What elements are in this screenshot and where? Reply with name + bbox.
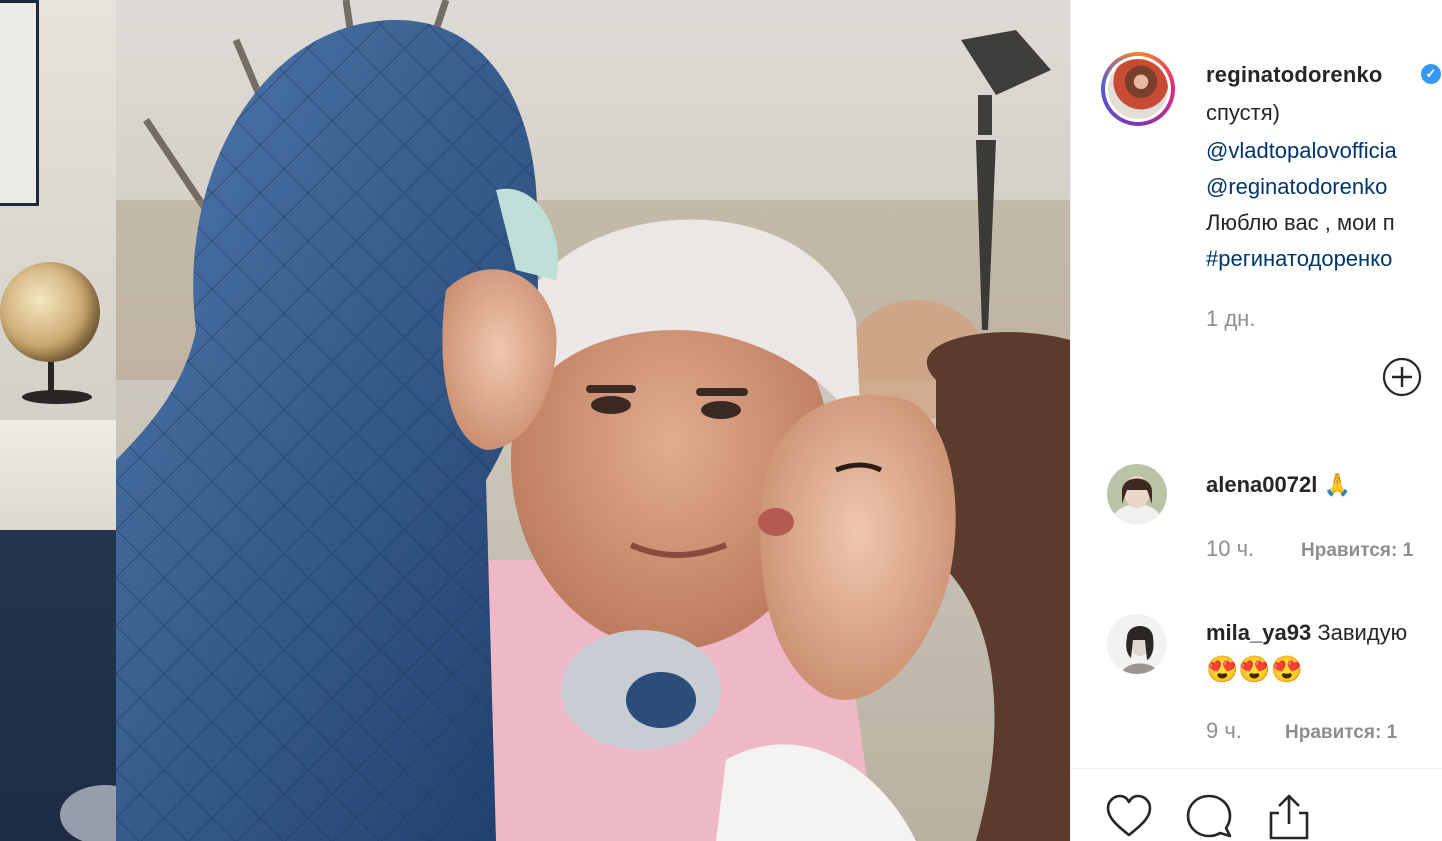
comment-emojis: 😍😍😍 [1206,654,1304,684]
comment-username-text[interactable]: alena0072l [1206,472,1317,497]
post-timestamp[interactable]: 1 дн. [1206,306,1255,332]
comment-timestamp[interactable]: 9 ч. [1206,718,1242,744]
post-photo[interactable] [116,0,1070,841]
commenter-avatar-image [1107,464,1167,524]
post-sidebar: reginatodorenko ✓ спустя) @vladtopalovof… [1070,0,1442,841]
avatar-image [1108,59,1168,119]
caption-hashtag-link[interactable]: #регинатодоренко [1206,246,1392,272]
comment-likes-count[interactable]: Нравится: 1 [1285,722,1397,744]
author-avatar[interactable] [1101,52,1175,126]
woman-lips [758,508,794,536]
comment-text: 🙏 [1323,472,1351,497]
commenter-avatar[interactable] [1107,614,1167,674]
post-photo-illustration [116,0,1070,841]
commenter-avatar[interactable] [1107,464,1167,524]
toy-pattern [626,672,696,728]
commenter-avatar-image [1107,614,1167,674]
caption-mention-link[interactable]: @reginatodorenko [1206,174,1387,200]
comment-timestamp[interactable]: 10 ч. [1206,536,1254,562]
comment-likes-count[interactable]: Нравится: 1 [1301,540,1413,562]
caption-mention-link[interactable]: @vladtopalovofficia [1206,138,1397,164]
comment-username[interactable]: mila_ya93 Завидую [1206,620,1407,646]
comment-icon[interactable] [1183,791,1235,841]
plus-circle-icon[interactable] [1381,356,1423,398]
caption-line: Люблю вас , мои п [1206,210,1395,235]
share-icon[interactable] [1263,791,1315,841]
author-username[interactable]: reginatodorenko [1206,62,1383,88]
comment-text: Завидую [1317,620,1408,645]
heart-icon[interactable] [1103,791,1155,841]
comment-username[interactable]: alena0072l 🙏 [1206,472,1351,498]
background-scene [0,0,116,841]
globe-image [0,262,100,362]
shelf [0,420,116,530]
post-actions-bar [1071,768,1442,841]
globe-stand [22,390,92,404]
comment-username-text[interactable]: mila_ya93 [1206,620,1311,645]
verified-badge-icon: ✓ [1421,64,1441,84]
picture-frame [0,0,39,206]
caption-line: спустя) [1206,100,1280,125]
